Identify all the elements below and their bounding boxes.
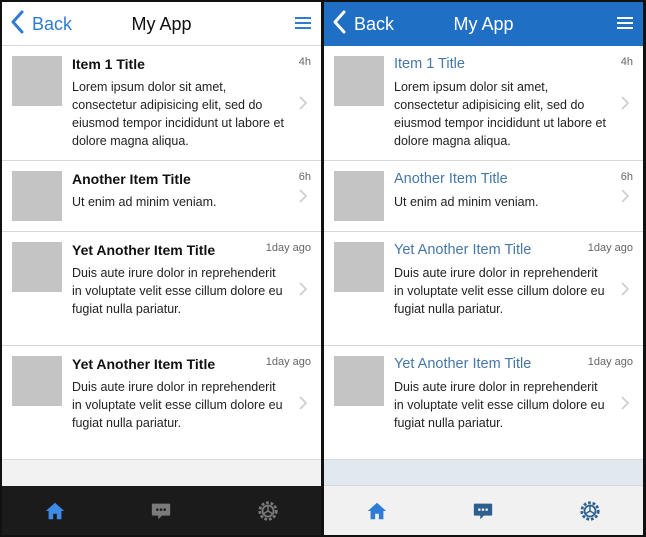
chevron-right-icon <box>299 282 308 296</box>
tab-bar <box>324 485 643 535</box>
chevron-right-icon <box>621 396 630 410</box>
list-item[interactable]: Item 1 Title Lorem ipsum dolor sit amet,… <box>2 46 321 161</box>
list-item[interactable]: Another Item Title Ut enim ad minim veni… <box>2 161 321 232</box>
tab-messages[interactable] <box>453 486 513 535</box>
nav-header: Back My App <box>324 2 643 46</box>
item-body: Duis aute irure dolor in reprehenderit i… <box>72 380 283 430</box>
chevron-right-icon <box>621 189 630 203</box>
item-title: Yet Another Item Title <box>72 242 216 258</box>
item-time: 6h <box>298 171 311 183</box>
tab-messages[interactable] <box>131 486 191 535</box>
menu-icon[interactable] <box>295 17 311 31</box>
item-title: Yet Another Item Title <box>394 356 532 372</box>
item-body: Duis aute irure dolor in reprehenderit i… <box>72 266 283 316</box>
list-item[interactable]: Yet Another Item Title Duis aute irure d… <box>2 346 321 460</box>
settings-icon <box>580 500 600 521</box>
home-icon <box>45 502 65 519</box>
nav-header: Back My App <box>2 2 321 46</box>
item-title: Item 1 Title <box>394 56 465 72</box>
thumbnail-image <box>12 56 62 106</box>
thumbnail-image <box>12 242 62 292</box>
tab-settings[interactable] <box>560 486 620 535</box>
thumbnail-image <box>334 356 384 406</box>
item-time: 4h <box>298 56 311 68</box>
item-list: Item 1 Title Lorem ipsum dolor sit amet,… <box>2 46 321 460</box>
phone-screen-right: Back My App Item 1 Title Lorem ipsum dol… <box>324 2 643 535</box>
tab-home[interactable] <box>347 486 407 535</box>
item-body: Lorem ipsum dolor sit amet, consectetur … <box>394 80 606 148</box>
list-item[interactable]: Yet Another Item Title Duis aute irure d… <box>324 346 643 460</box>
menu-icon[interactable] <box>617 17 633 31</box>
back-button[interactable]: Back <box>332 2 394 46</box>
item-body: Ut enim ad minim veniam. <box>72 195 217 209</box>
item-list: Item 1 Title Lorem ipsum dolor sit amet,… <box>324 46 643 460</box>
thumbnail-image <box>334 56 384 106</box>
back-label: Back <box>32 13 73 34</box>
item-body: Ut enim ad minim veniam. <box>394 195 539 209</box>
thumbnail-image <box>334 242 384 292</box>
chevron-left-icon <box>10 10 24 39</box>
item-time: 1day ago <box>587 356 633 368</box>
item-title: Item 1 Title <box>72 56 145 72</box>
tab-settings[interactable] <box>238 486 298 535</box>
screen-comparison: Back My App Item 1 Title Lorem ipsum dol… <box>0 0 646 537</box>
chat-icon <box>152 503 171 519</box>
phone-screen-left: Back My App Item 1 Title Lorem ipsum dol… <box>2 2 321 535</box>
item-title: Yet Another Item Title <box>394 242 532 258</box>
thumbnail-image <box>334 171 384 221</box>
item-title: Another Item Title <box>394 171 508 187</box>
list-item[interactable]: Item 1 Title Lorem ipsum dolor sit amet,… <box>324 46 643 161</box>
item-body: Duis aute irure dolor in reprehenderit i… <box>394 380 605 430</box>
item-title: Another Item Title <box>72 171 191 187</box>
chevron-right-icon <box>621 282 630 296</box>
tab-home[interactable] <box>25 486 85 535</box>
item-time: 1day ago <box>265 356 311 368</box>
item-time: 1day ago <box>265 242 311 254</box>
settings-icon <box>258 500 278 521</box>
list-item[interactable]: Another Item Title Ut enim ad minim veni… <box>324 161 643 232</box>
list-item[interactable]: Yet Another Item Title Duis aute irure d… <box>324 232 643 346</box>
item-time: 4h <box>620 56 633 68</box>
item-body: Lorem ipsum dolor sit amet, consectetur … <box>72 80 284 148</box>
chevron-right-icon <box>621 96 630 110</box>
list-background <box>2 460 321 486</box>
list-background <box>324 460 643 486</box>
back-label: Back <box>354 13 395 34</box>
home-icon <box>367 502 387 519</box>
chevron-right-icon <box>299 96 308 110</box>
chat-icon <box>474 503 493 519</box>
thumbnail-image <box>12 356 62 406</box>
tab-bar <box>2 486 321 535</box>
list-item[interactable]: Yet Another Item Title Duis aute irure d… <box>2 232 321 346</box>
item-title: Yet Another Item Title <box>72 356 216 372</box>
chevron-right-icon <box>299 189 308 203</box>
back-button[interactable]: Back <box>10 2 72 46</box>
chevron-right-icon <box>299 396 308 410</box>
item-time: 1day ago <box>587 242 633 254</box>
item-body: Duis aute irure dolor in reprehenderit i… <box>394 266 605 316</box>
thumbnail-image <box>12 171 62 221</box>
chevron-left-icon <box>332 10 346 39</box>
item-time: 6h <box>620 171 633 183</box>
